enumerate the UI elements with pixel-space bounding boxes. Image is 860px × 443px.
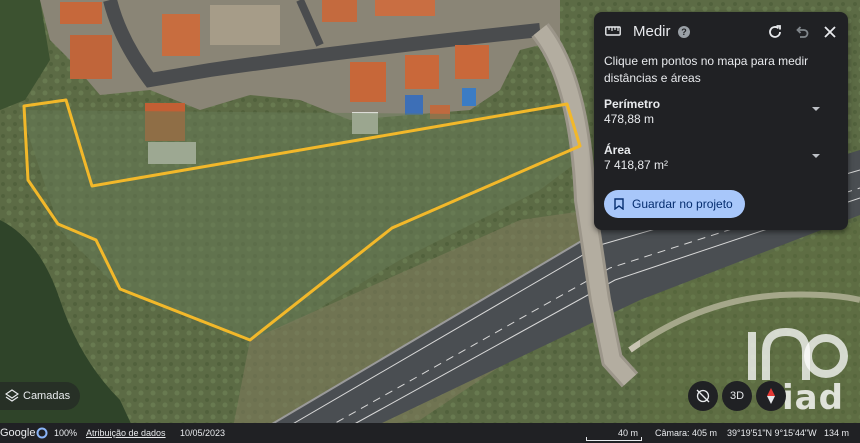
loading-circle-icon <box>36 427 48 439</box>
save-to-project-label: Guardar no projeto <box>632 197 733 211</box>
perimeter-unit-dropdown-icon[interactable] <box>812 107 820 111</box>
measure-title: Medir <box>633 23 671 40</box>
imagery-date: 10/05/2023 <box>180 428 226 438</box>
ruler-icon <box>605 26 621 36</box>
layers-label: Camadas <box>23 390 71 402</box>
scale-indicator: 40 m <box>586 423 646 443</box>
measure-panel: Medir ? Clique em pontos no mapa para me… <box>594 12 848 230</box>
area-value: 7 418,87 m² <box>604 158 669 172</box>
view-3d-label: 3D <box>729 390 745 402</box>
measure-instruction: Clique em pontos no mapa para medir dist… <box>604 54 809 85</box>
camera-altitude: Câmara: 405 m <box>655 428 718 438</box>
tilt-button[interactable] <box>688 381 718 411</box>
compass-icon <box>767 388 775 404</box>
coordinates: 39°19'51"N 9°15'44"W <box>727 428 817 438</box>
undo-icon[interactable] <box>793 23 811 41</box>
close-icon[interactable] <box>821 23 839 41</box>
elevation: 134 m <box>824 428 850 438</box>
reload-icon[interactable] <box>766 23 784 41</box>
tilt-icon <box>696 389 710 403</box>
watermark-logo: iad <box>744 322 848 422</box>
compass-button[interactable] <box>756 381 786 411</box>
google-brand: Google <box>0 427 36 439</box>
zoom-level: 100% <box>54 428 78 438</box>
perimeter-value: 478,88 m <box>604 112 655 126</box>
view-3d-button[interactable]: 3D <box>722 381 752 411</box>
area-label: Área <box>604 143 631 157</box>
data-attribution-link[interactable]: Atribuição de dados <box>86 428 166 438</box>
save-to-project-button[interactable]: Guardar no projeto <box>604 190 745 218</box>
layers-button[interactable]: Camadas <box>0 382 80 410</box>
measure-panel-header: Medir ? <box>594 12 848 52</box>
bookmark-icon <box>614 198 624 210</box>
layers-icon <box>5 389 19 402</box>
area-unit-dropdown-icon[interactable] <box>812 154 820 158</box>
perimeter-label: Perímetro <box>604 97 661 111</box>
help-icon[interactable]: ? <box>678 26 690 38</box>
status-bar: Google 100% Atribuição de dados 10/05/20… <box>0 423 860 443</box>
watermark-text: iad <box>782 378 844 418</box>
